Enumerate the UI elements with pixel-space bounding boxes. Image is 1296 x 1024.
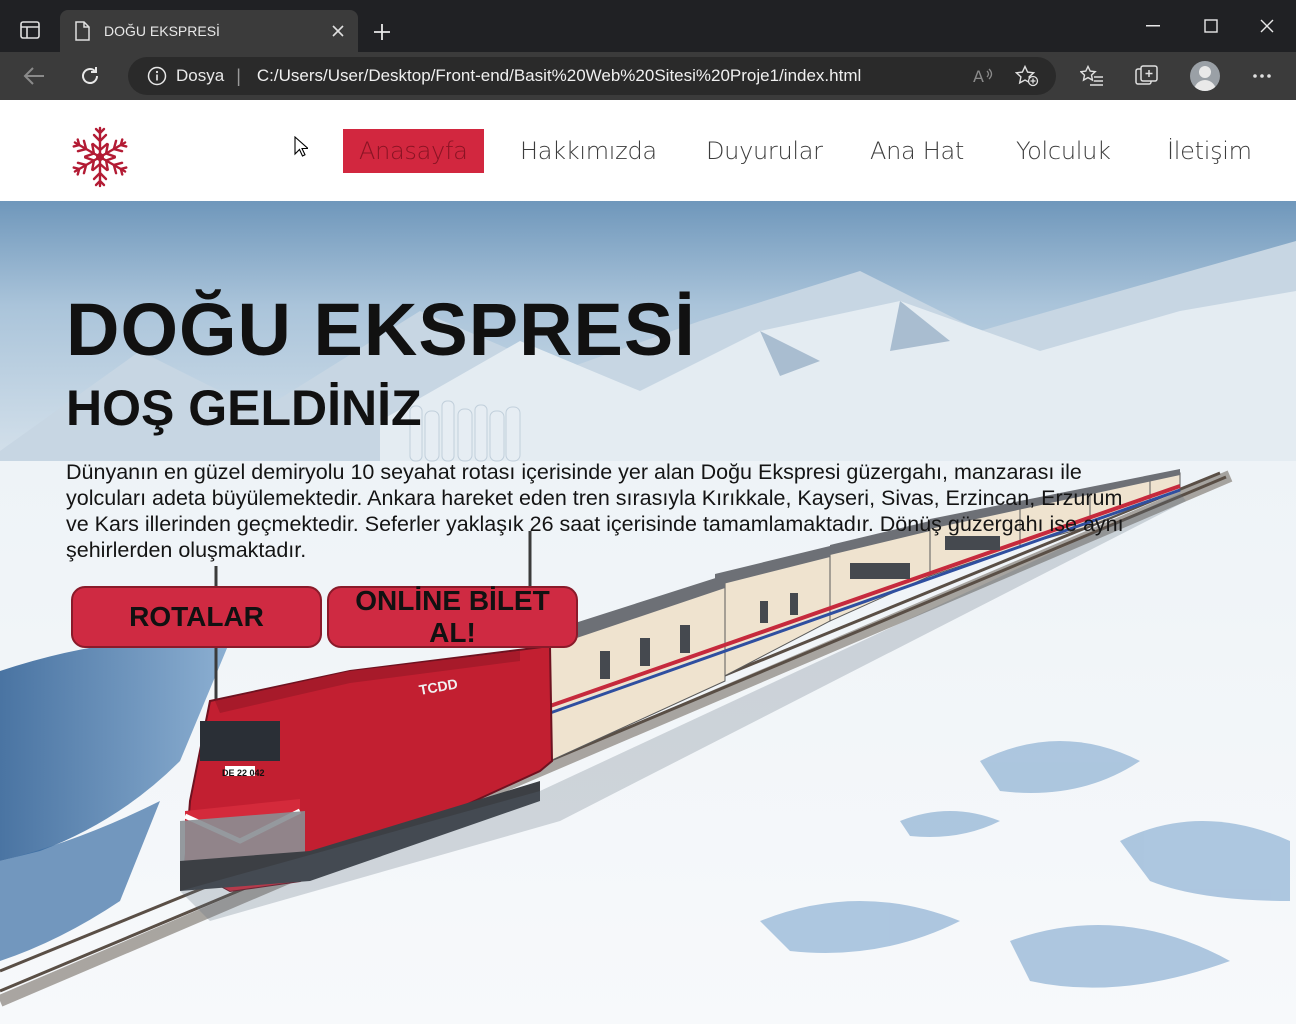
nav-anasayfa[interactable]: Anasayfa <box>343 129 484 173</box>
svg-text:A: A <box>973 67 984 86</box>
nav-iletisim[interactable]: İletişim <box>1167 129 1252 173</box>
add-favorite-icon[interactable] <box>1012 61 1042 91</box>
read-aloud-icon[interactable]: A <box>968 61 998 91</box>
site-label: Dosya <box>176 66 225 85</box>
close-window-icon[interactable] <box>1238 0 1296 52</box>
tab-actions-icon[interactable] <box>12 12 48 48</box>
browser-tab[interactable]: DOĞU EKSPRESİ <box>60 10 358 52</box>
close-tab-icon[interactable] <box>326 19 350 43</box>
hero-section: TCDD DE 22 042 DOĞU EKSPRESİ HOŞ GELDİNİ… <box>0 201 1296 1024</box>
hero-title: DOĞU EKSPRESİ <box>66 288 696 371</box>
address-bar[interactable]: Dosya | C:/Users/User/Desktop/Front-end/… <box>128 57 1056 95</box>
nav-yolculuk[interactable]: Yolculuk <box>1016 129 1111 173</box>
buy-ticket-button[interactable]: ONLİNE BİLET AL! <box>327 585 578 648</box>
main-nav: Anasayfa Hakkımızda Duyurular Ana Hat Yo… <box>0 100 1296 201</box>
nav-hakkimizda[interactable]: Hakkımızda <box>520 129 657 173</box>
info-icon[interactable] <box>146 65 168 87</box>
minimize-icon[interactable] <box>1124 0 1182 52</box>
routes-button[interactable]: ROTALAR <box>71 586 322 648</box>
more-menu-icon[interactable] <box>1246 60 1278 92</box>
hero-description: Dünyanın en güzel demiryolu 10 seyahat r… <box>66 460 1124 562</box>
collections-icon[interactable] <box>1131 60 1163 92</box>
mouse-cursor-icon <box>294 136 308 157</box>
nav-ana-hat[interactable]: Ana Hat <box>870 129 964 173</box>
site-header: Anasayfa Hakkımızda Duyurular Ana Hat Yo… <box>0 100 1296 201</box>
browser-tab-bar: DOĞU EKSPRESİ <box>0 0 1296 52</box>
refresh-icon[interactable] <box>74 60 106 92</box>
address-separator: | <box>236 65 241 86</box>
hero-subtitle: HOŞ GELDİNİZ <box>66 380 422 436</box>
browser-toolbar: Dosya | C:/Users/User/Desktop/Front-end/… <box>0 52 1296 100</box>
maximize-icon[interactable] <box>1182 0 1240 52</box>
locomotive-label: DE 22 042 <box>222 768 265 778</box>
favorites-icon[interactable] <box>1076 60 1108 92</box>
new-tab-icon[interactable] <box>368 18 396 46</box>
page-icon <box>74 21 92 41</box>
url-text[interactable]: C:/Users/User/Desktop/Front-end/Basit%20… <box>257 66 861 86</box>
back-arrow-icon[interactable] <box>18 60 50 92</box>
profile-avatar[interactable] <box>1190 61 1220 91</box>
tab-title: DOĞU EKSPRESİ <box>104 23 220 39</box>
nav-duyurular[interactable]: Duyurular <box>706 129 823 173</box>
